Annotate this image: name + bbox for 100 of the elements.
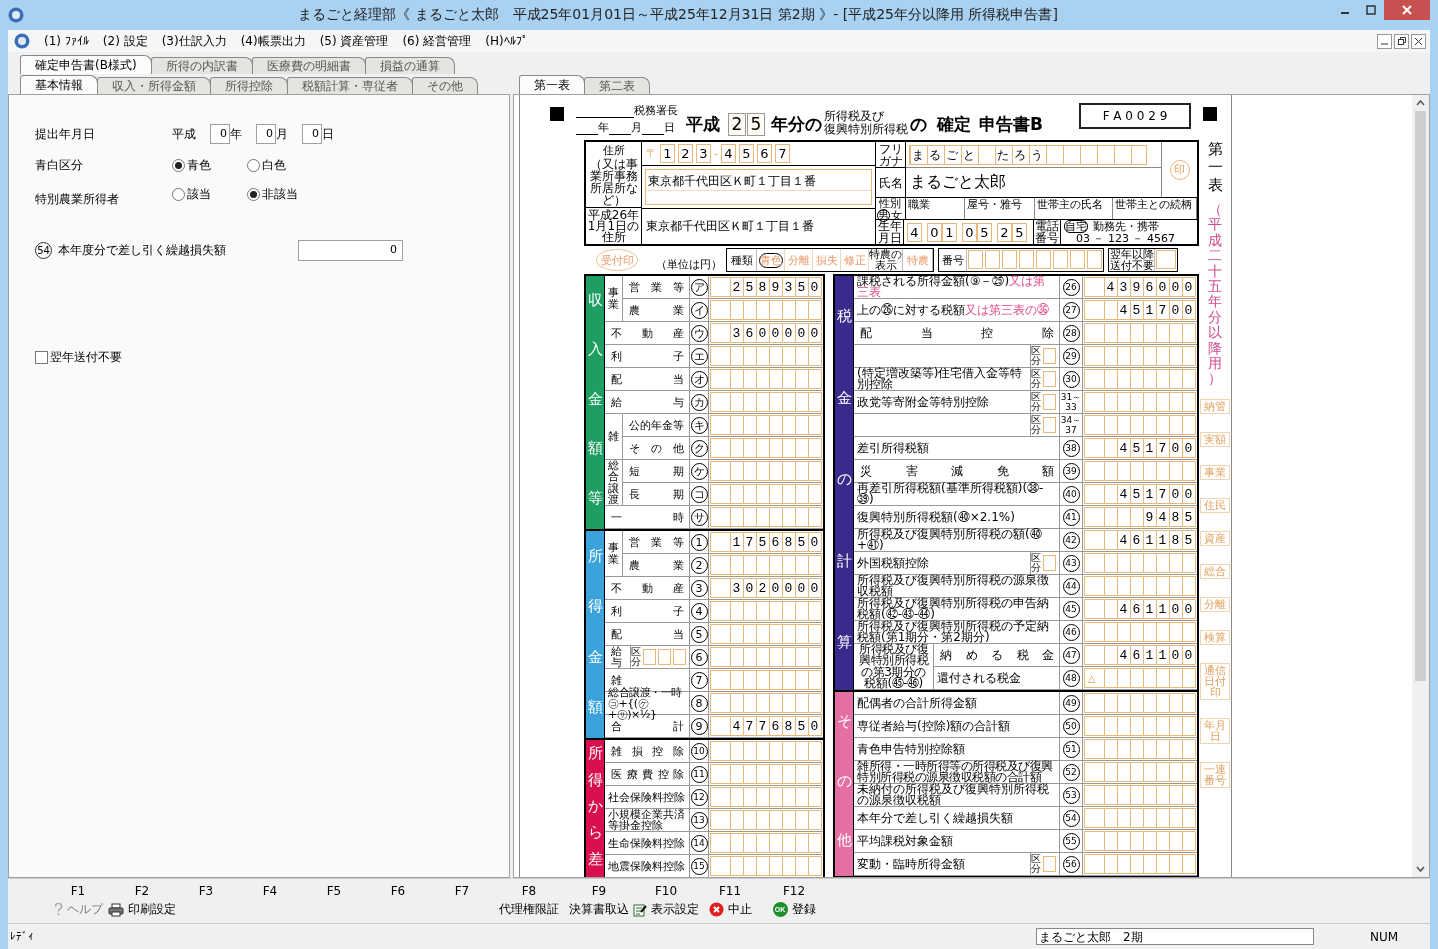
amount-field[interactable] (710, 461, 822, 481)
amount-field[interactable]: 4 5 1 7 0 0 (1084, 438, 1196, 458)
amount-field[interactable]: 4 3 9 6 0 0 0 (1084, 277, 1196, 297)
radio-button[interactable] (172, 158, 185, 172)
digit-cell[interactable] (985, 250, 1000, 269)
digit-cell[interactable] (1070, 250, 1085, 269)
menu-item[interactable]: (4)帳票出力 (240, 32, 306, 50)
digit-cell[interactable] (1087, 250, 1102, 269)
menu-item[interactable]: (6) 経営管理 (402, 32, 472, 50)
radio-button[interactable] (247, 158, 260, 172)
amount-field[interactable]: 4 7 7 6 8 5 0 (710, 716, 822, 737)
amount-field[interactable] (1084, 854, 1196, 875)
tab[interactable]: 基本情報 (20, 75, 98, 94)
kubun-box[interactable] (1043, 371, 1056, 387)
amount-field[interactable] (710, 346, 822, 366)
function-key-button[interactable]: 決算書取込 (569, 901, 629, 918)
digit-cell[interactable]: 0 (927, 222, 942, 242)
amount-field[interactable] (1084, 553, 1196, 573)
amount-field[interactable] (1084, 415, 1196, 435)
menu-item[interactable]: (3)仕訳入力 (161, 32, 227, 50)
kubun-box[interactable] (1043, 856, 1056, 873)
amount-field[interactable] (710, 601, 822, 622)
kubun-box[interactable] (1043, 394, 1056, 410)
amount-field[interactable]: 4 5 1 7 0 0 (1084, 300, 1196, 320)
amount-field[interactable] (710, 392, 822, 412)
checkbox[interactable] (35, 351, 48, 364)
tab[interactable]: 税額計算・専従者 (287, 77, 413, 94)
amount-field[interactable] (1084, 693, 1196, 714)
date-field[interactable]: 0 (210, 124, 230, 144)
amount-field[interactable] (710, 833, 822, 854)
amount-field[interactable] (710, 856, 822, 877)
radio-button[interactable] (172, 187, 185, 201)
phone-field[interactable]: 03 － 123 － 4567 (1076, 233, 1175, 244)
function-key-button[interactable]: 代理権限証 (499, 901, 559, 918)
amount-field[interactable]: 2 5 8 9 3 5 0 (710, 277, 822, 297)
kubun-box[interactable] (1043, 348, 1056, 364)
menu-item[interactable]: (1) ﾌｧｲﾙ (44, 34, 89, 48)
menu-item[interactable]: (H)ﾍﾙﾌﾟ (485, 34, 528, 48)
restore-button[interactable] (1394, 33, 1409, 49)
vertical-scrollbar[interactable] (1412, 95, 1429, 877)
amount-field[interactable] (1084, 716, 1196, 737)
amount-field[interactable] (710, 624, 822, 645)
function-key-button[interactable]: 中止 (727, 901, 752, 918)
amount-field[interactable] (710, 647, 822, 668)
amount-field[interactable]: 4 5 1 7 0 0 (1084, 484, 1196, 504)
close-button[interactable] (1411, 33, 1426, 49)
amount-field[interactable] (710, 484, 822, 504)
amount-field[interactable] (710, 438, 822, 458)
kana-field[interactable]: まるごと たろう (909, 144, 1147, 165)
digit-cell[interactable] (1002, 250, 1017, 269)
function-key-button[interactable]: 表示設定 (651, 901, 699, 918)
function-key-button[interactable]: 印刷設定 (128, 901, 176, 918)
amount-field[interactable] (710, 764, 822, 785)
amount-field[interactable] (710, 555, 822, 576)
amount-field[interactable] (710, 810, 822, 831)
tab[interactable]: 第二表 (584, 77, 650, 94)
amount-field[interactable]: 1 7 5 6 8 5 0 (710, 532, 822, 553)
digit-cell[interactable]: 4 (721, 144, 736, 163)
kubun-box[interactable] (658, 649, 671, 666)
tab[interactable]: 損益の通算 (364, 57, 455, 74)
tab[interactable]: 第一表 (519, 75, 585, 94)
amount-field[interactable] (1084, 346, 1196, 366)
answer-box[interactable] (1156, 250, 1176, 269)
kubun-box[interactable] (1043, 555, 1056, 571)
digit-cell[interactable]: 7 (775, 144, 790, 163)
tab[interactable]: 所得控除 (210, 77, 288, 94)
tab[interactable]: 所得の内訳書 (150, 57, 253, 74)
digit-cell[interactable]: 5 (977, 222, 992, 242)
digit-cell[interactable]: 2 (997, 222, 1012, 242)
amount-field[interactable] (1084, 808, 1196, 829)
amount-field[interactable] (1084, 392, 1196, 412)
amount-field[interactable] (1084, 323, 1196, 343)
digit-cell[interactable] (1053, 250, 1068, 269)
amount-field[interactable] (710, 693, 822, 714)
menu-item[interactable]: (2) 設定 (102, 32, 148, 50)
amount-field[interactable]: 3 6 0 0 0 0 0 (710, 323, 822, 343)
date-field[interactable]: 0 (256, 124, 276, 144)
amount-field[interactable] (1084, 622, 1196, 642)
digit-cell[interactable] (1019, 250, 1034, 269)
amount-field[interactable]: 3 0 2 0 0 0 0 (710, 578, 822, 599)
digit-cell[interactable]: 2 (678, 144, 693, 163)
kubun-box[interactable] (1043, 417, 1056, 433)
tab[interactable]: その他 (412, 77, 478, 94)
amount-field[interactable]: 0 (298, 239, 403, 261)
scroll-thumb[interactable] (1415, 111, 1426, 681)
amount-field[interactable] (1084, 831, 1196, 852)
digit-cell[interactable]: 3 (696, 144, 711, 163)
digit-cell[interactable]: 5 (1012, 222, 1027, 242)
digit-cell[interactable]: 0 (962, 222, 977, 242)
amount-field[interactable] (1084, 369, 1196, 389)
digit-cell[interactable]: 1 (942, 222, 957, 242)
amount-field[interactable] (710, 300, 822, 320)
digit-cell[interactable] (968, 250, 983, 269)
amount-field[interactable] (1084, 785, 1196, 806)
digit-cell[interactable]: 6 (757, 144, 772, 163)
digit-cell[interactable]: 4 (907, 222, 922, 242)
radio-button[interactable] (247, 187, 260, 201)
amount-field[interactable] (1084, 576, 1196, 596)
amount-field[interactable]: 4 6 1 1 8 5 (1084, 530, 1196, 550)
amount-field[interactable]: 4 6 1 1 0 0 (1084, 599, 1196, 619)
